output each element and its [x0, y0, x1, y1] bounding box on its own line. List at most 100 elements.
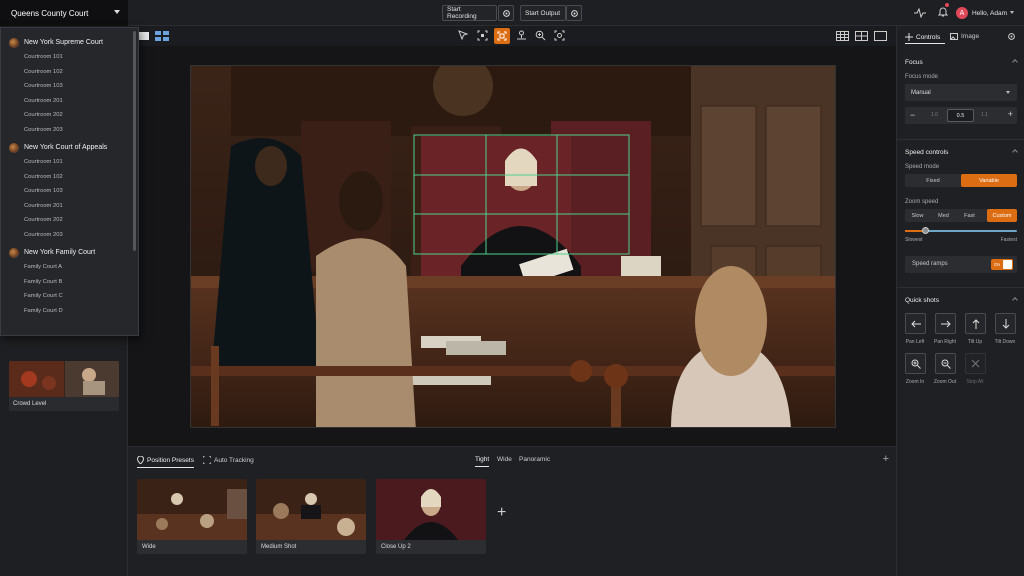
slider-min-label: Slowest — [905, 237, 923, 243]
courtroom-item[interactable]: Courtroom 201 — [1, 94, 138, 109]
stop-all-button[interactable] — [965, 353, 986, 374]
tab-image[interactable]: Image — [950, 33, 979, 40]
start-output-button[interactable]: Start Output — [520, 5, 566, 21]
speed-mode-variable[interactable]: Variable — [961, 174, 1017, 187]
image-icon — [950, 33, 958, 40]
notifications-button[interactable] — [937, 3, 949, 22]
courtroom-item[interactable]: Courtroom 202 — [1, 108, 138, 123]
zoom-speed-med[interactable]: Med — [931, 209, 956, 222]
court-seal-icon — [9, 142, 19, 153]
face-track-icon[interactable] — [554, 30, 565, 41]
courtroom-item[interactable]: Courtroom 102 — [1, 170, 138, 185]
pan-left-button[interactable] — [905, 313, 926, 334]
activity-icon[interactable] — [913, 8, 926, 18]
courtroom-item[interactable]: Family Court A — [1, 260, 138, 275]
layout-grid-icon[interactable] — [836, 31, 849, 41]
filter-panoramic-label: Panoramic — [519, 456, 551, 463]
zoom-speed-fast[interactable]: Fast — [957, 209, 982, 222]
pan-right-button[interactable] — [935, 313, 956, 334]
frame-select-icon[interactable] — [477, 30, 488, 41]
start-recording-button[interactable]: Start Recording — [442, 5, 497, 21]
focus-value-input[interactable]: 0.5 — [947, 109, 974, 122]
speed-ramps-toggle[interactable]: On — [991, 259, 1013, 270]
preset-card[interactable]: Close Up 2 — [376, 479, 486, 554]
layout-single-icon[interactable] — [874, 31, 887, 41]
tab-auto-tracking-label: Auto Tracking — [214, 456, 254, 464]
court-select[interactable]: Queens County Court — [0, 0, 128, 26]
user-greeting[interactable]: Hello, Adam — [972, 10, 1014, 17]
courtroom-item[interactable]: Courtroom 203 — [1, 123, 138, 138]
gear-icon — [570, 9, 578, 17]
zoom-speed-custom[interactable]: Custom — [987, 209, 1017, 222]
right-panel: Controls Image Focus Focus mode Manual −… — [896, 26, 1024, 576]
joystick-icon[interactable] — [516, 30, 527, 41]
zoom-speed-slow[interactable]: Slow — [905, 209, 930, 222]
chevron-down-icon — [1006, 91, 1010, 94]
zoom-out-button[interactable] — [935, 353, 956, 374]
minus-icon[interactable]: − — [910, 110, 915, 120]
courtroom-item[interactable]: Family Court D — [1, 304, 138, 319]
focus-title: Focus — [905, 59, 923, 66]
crop-tool-button[interactable] — [494, 28, 510, 44]
zoom-speed-slider[interactable] — [905, 227, 1017, 234]
start-output-label: Start Output — [525, 9, 561, 17]
zoom-in-button[interactable] — [905, 353, 926, 374]
add-preset-icon[interactable]: + — [883, 453, 889, 465]
filter-panoramic[interactable]: Panoramic — [519, 456, 550, 463]
focus-mode-label: Focus mode — [905, 74, 939, 80]
focus-mode-select[interactable]: Manual — [905, 84, 1017, 101]
plus-icon[interactable]: + — [1008, 109, 1013, 119]
tilt-down-button[interactable] — [995, 313, 1016, 334]
camera-feed[interactable] — [190, 65, 836, 428]
courtroom-item[interactable]: Courtroom 201 — [1, 199, 138, 214]
output-settings-button[interactable] — [566, 5, 582, 21]
zoom-out-label: Zoom Out — [933, 379, 957, 385]
filter-tight-label: Tight — [475, 456, 490, 463]
filter-wide[interactable]: Wide — [497, 456, 512, 463]
cursor-icon[interactable] — [458, 30, 469, 41]
group-supreme-court[interactable]: New York Supreme Court — [1, 35, 138, 50]
tab-auto-tracking[interactable]: Auto Tracking — [203, 456, 254, 464]
stop-all-label: Stop All — [966, 379, 984, 385]
focus-mode-value: Manual — [911, 89, 931, 96]
group-family-court[interactable]: New York Family Court — [1, 245, 138, 260]
zoom-icon[interactable] — [535, 30, 546, 41]
slider-thumb[interactable] — [921, 227, 929, 234]
layout-split-icon[interactable] — [855, 31, 868, 41]
courtroom-item[interactable]: Courtroom 101 — [1, 155, 138, 170]
filter-tight[interactable]: Tight — [475, 456, 490, 467]
recording-settings-button[interactable] — [498, 5, 514, 21]
collapse-chevron-icon[interactable] — [1012, 59, 1018, 65]
tab-controls[interactable]: Controls — [905, 33, 940, 41]
courtroom-item[interactable]: Courtroom 202 — [1, 213, 138, 228]
move-icon — [905, 33, 913, 41]
tilt-down-label: Tilt Down — [994, 339, 1016, 345]
courtroom-item[interactable]: Courtroom 103 — [1, 79, 138, 94]
courtroom-item[interactable]: Courtroom 203 — [1, 228, 138, 243]
crowd-level-label: Crowd Level — [13, 401, 47, 407]
courtroom-item[interactable]: Family Court C — [1, 289, 138, 304]
add-preset-icon[interactable]: + — [497, 504, 506, 522]
group-court-of-appeals[interactable]: New York Court of Appeals — [1, 140, 138, 155]
tilt-up-button[interactable] — [965, 313, 986, 334]
single-view-icon[interactable] — [139, 32, 149, 40]
collapse-chevron-icon[interactable] — [1012, 149, 1018, 155]
collapse-chevron-icon[interactable] — [1012, 297, 1018, 303]
group-name: New York Family Court — [24, 249, 96, 256]
courtroom-item[interactable]: Courtroom 103 — [1, 184, 138, 199]
location-pin-icon — [137, 456, 144, 464]
dropdown-scrollbar[interactable] — [133, 31, 136, 251]
courtroom-item[interactable]: Courtroom 101 — [1, 50, 138, 65]
avatar[interactable]: A — [955, 7, 968, 19]
grid-view-icon[interactable] — [155, 31, 169, 41]
preset-card[interactable]: Wide — [137, 479, 247, 554]
tab-position-presets[interactable]: Position Presets — [137, 456, 194, 468]
zoom-out-icon — [941, 359, 951, 369]
gear-icon[interactable] — [1007, 32, 1016, 41]
preset-card[interactable]: Medium Shot — [256, 479, 366, 554]
speed-mode-fixed[interactable]: Fixed — [905, 174, 961, 187]
crowd-level-thumbnail[interactable]: Crowd Level — [9, 361, 119, 411]
courtroom-item[interactable]: Courtroom 102 — [1, 65, 138, 80]
courtroom-item[interactable]: Family Court B — [1, 275, 138, 290]
tab-image-label: Image — [961, 33, 980, 40]
